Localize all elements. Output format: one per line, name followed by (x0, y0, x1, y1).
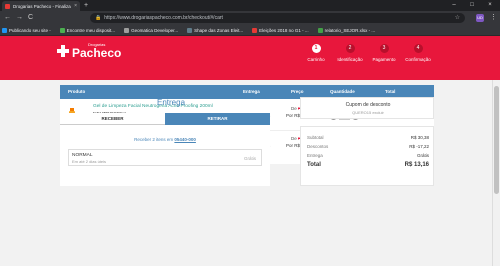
summary-descontos: Descontos R$ -17,22 (307, 144, 429, 149)
browser-tab[interactable]: Drogarias Pacheco - Finaliza × (2, 1, 80, 11)
coupon-code-line[interactable]: QUERO15 excluir (301, 110, 435, 115)
entrega-value: Grátis (416, 153, 429, 158)
shipping-option-price: Grátis (243, 156, 256, 161)
order-summary: Subtotal R$ 30,38 Descontos R$ -17,22 Entr… (300, 126, 434, 186)
bookmarks-bar: Publicando seu site - Encontre meu dispo… (0, 25, 500, 36)
tab-title: Drogarias Pacheco - Finaliza (13, 3, 71, 9)
bookmark-item[interactable]: Shape das Zonas Eleit... (187, 27, 244, 33)
logo-big-text: Pacheco (72, 46, 122, 60)
shipping-option-name: NORMAL (72, 153, 93, 158)
cep-line: Receber 2 itens em 05440-000 (60, 137, 270, 142)
tab-receber[interactable]: RECEBER (60, 113, 165, 125)
cep-link[interactable]: 05440-000 (174, 137, 196, 142)
step-confirmacao[interactable]: 4 Confirmação (398, 44, 438, 62)
site-favicon-icon (5, 3, 10, 9)
coupon-box: Cupom de desconto QUERO15 excluir (300, 97, 434, 119)
bookmark-label: Geomatica Developer... (131, 27, 179, 33)
shipping-option[interactable]: NORMAL Em até 2 dias úteis Grátis (68, 149, 262, 166)
shipping-option-desc: Em até 2 dias úteis (72, 159, 107, 164)
entrega-tabs: RECEBER RETIRAR (60, 113, 270, 125)
bookmark-favicon-icon (59, 27, 65, 33)
bookmark-item[interactable]: relatorio_SEJOR.xlsx - ... (317, 27, 376, 33)
bookmark-item[interactable]: Geomatica Developer... (124, 27, 179, 33)
subtotal-label: Subtotal (307, 135, 324, 140)
cep-prefix: Receber 2 itens em (134, 137, 174, 142)
address-bar[interactable]: 🔒 https://www.drogariaspacheco.com.br/ch… (90, 13, 465, 23)
extension-icon[interactable]: UD (476, 14, 484, 22)
header-entrega: Entrega (243, 89, 260, 94)
bookmark-favicon-icon (2, 27, 7, 33)
step-number: 3 (379, 44, 389, 53)
from-label: De (291, 136, 297, 141)
forward-icon[interactable]: → (16, 13, 23, 23)
maximize-button[interactable]: □ (464, 0, 480, 11)
step-number: 4 (413, 44, 423, 53)
subtotal-value: R$ 30,38 (410, 135, 429, 140)
entrega-label: Entrega (307, 153, 323, 158)
header-preco: Preço (291, 89, 304, 94)
summary-subtotal: Subtotal R$ 30,38 (307, 135, 429, 140)
bookmark-favicon-icon (187, 27, 193, 33)
header-total: Total (385, 89, 396, 94)
lock-icon: 🔒 (95, 15, 102, 21)
tab-retirar[interactable]: RETIRAR (165, 113, 270, 125)
tab-close-icon[interactable]: × (74, 3, 77, 9)
summary-total: Total R$ 13,16 (307, 162, 429, 168)
coupon-title: Cupom de desconto (345, 102, 391, 108)
entrega-box: RECEBER RETIRAR Receber 2 itens em 05440… (60, 113, 270, 186)
header-produto: Produto (68, 89, 86, 94)
window-close-button[interactable]: × (482, 0, 498, 11)
bookmark-label: Encontre meu disposit... (66, 27, 116, 33)
pharmacy-cross-icon (57, 45, 69, 57)
summary-entrega: Entrega Grátis (307, 153, 429, 158)
page-scrollbar[interactable] (492, 80, 500, 266)
bookmark-label: Shape das Zonas Eleit... (194, 27, 244, 33)
total-label: Total (307, 162, 321, 168)
reload-icon[interactable]: C (28, 13, 33, 23)
descontos-value: R$ -17,22 (409, 144, 429, 149)
per-label: Por (286, 113, 294, 118)
step-label: Confirmação (405, 57, 431, 62)
bookmark-star-icon[interactable]: ☆ (455, 14, 460, 21)
bookmark-item[interactable]: Encontre meu disposit... (59, 27, 116, 33)
new-tab-button[interactable]: + (84, 1, 88, 10)
per-label: Por (286, 143, 294, 148)
bookmark-favicon-icon (252, 27, 258, 33)
step-number: 1 (311, 44, 321, 53)
bookmark-item[interactable]: Publicando seu site - (2, 27, 51, 33)
browser-tab-bar: Drogarias Pacheco - Finaliza × + – □ × (0, 0, 500, 11)
pacheco-logo[interactable]: Drogarias Pacheco (57, 43, 121, 59)
header-quantidade: Quantidade (330, 89, 355, 94)
browser-menu-icon[interactable]: ⋮ (490, 13, 497, 23)
total-value: R$ 13,16 (404, 162, 429, 168)
back-icon[interactable]: ← (4, 13, 11, 23)
url-text[interactable]: https://www.drogariaspacheco.com.br/chec… (104, 15, 223, 21)
bookmark-favicon-icon (317, 27, 323, 33)
bookmark-item[interactable]: Eleições 2018 no G1 - ... (252, 27, 309, 33)
page-content: Produto Entrega Preço Quantidade Total G… (0, 80, 492, 266)
descontos-label: Descontos (307, 144, 329, 149)
bookmark-favicon-icon (124, 27, 130, 33)
bookmark-label: Eleições 2018 no G1 - ... (259, 27, 309, 33)
step-number: 2 (345, 44, 355, 53)
bookmark-label: Publicando seu site - (9, 27, 51, 33)
browser-toolbar: ← → C 🔒 https://www.drogariaspacheco.com… (0, 11, 500, 25)
scrollbar-thumb[interactable] (494, 86, 499, 194)
site-header: Drogarias Pacheco 1 Carrinho 2 Identific… (0, 36, 500, 80)
minimize-button[interactable]: – (446, 0, 462, 11)
bookmark-label: relatorio_SEJOR.xlsx - ... (324, 27, 376, 33)
